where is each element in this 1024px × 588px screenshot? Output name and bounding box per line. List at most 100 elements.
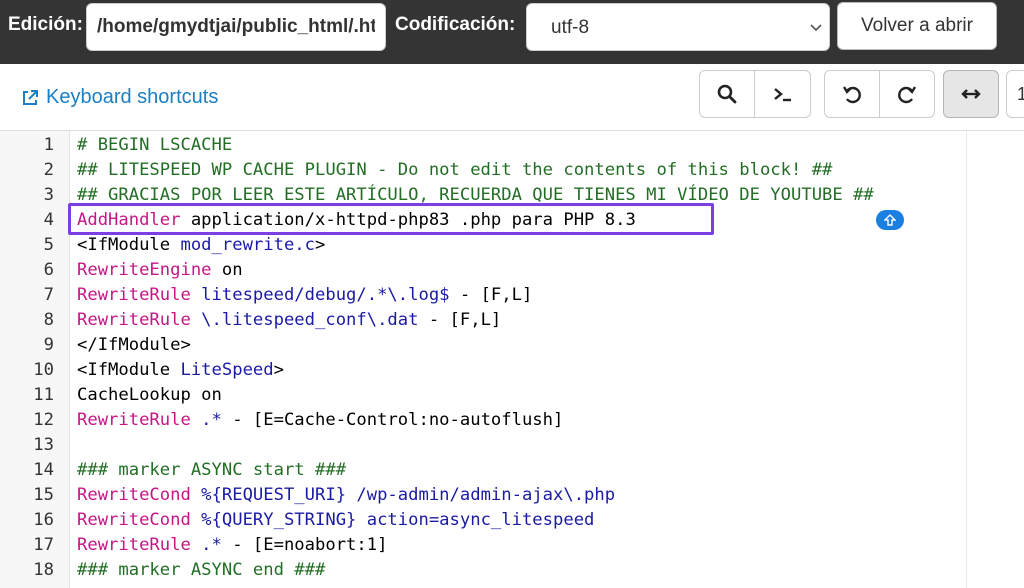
external-link-icon	[23, 89, 38, 105]
code-line[interactable]: 10 <IfModule LiteSpeed>	[0, 358, 966, 383]
code-line[interactable]: 12 RewriteRule .* - [E=Cache-Control:no-a…	[0, 408, 966, 433]
code-token: LiteSpeed	[180, 360, 274, 380]
line-code: RewriteCond %{REQUEST_URI} /wp-admin/adm…	[77, 483, 615, 508]
line-number: 1	[43, 135, 54, 155]
redo-icon	[898, 86, 917, 104]
code-line[interactable]: 13	[0, 433, 966, 458]
code-token: on	[211, 260, 243, 280]
code-token: <IfModule	[77, 235, 181, 255]
code-editor[interactable]: 1 # BEGIN LSCACHE 2 ## LITESPEED WP CACHE P…	[0, 130, 1024, 588]
line-code: <IfModule mod_rewrite.c>	[77, 233, 325, 258]
redo-button[interactable]	[879, 70, 935, 118]
reopen-button[interactable]: Volver a abrir	[837, 2, 997, 50]
line-code: <IfModule LiteSpeed>	[77, 358, 284, 383]
line-code: ### marker ASYNC end ###	[77, 558, 325, 583]
code-token: RewriteRule	[77, 310, 191, 330]
goto-line-input[interactable]: 1	[1006, 70, 1024, 118]
print-margin	[966, 131, 967, 588]
undo-button[interactable]	[824, 70, 880, 118]
line-number: 8	[43, 310, 54, 330]
line-number: 9	[43, 335, 54, 355]
code-line[interactable]: 5 <IfModule mod_rewrite.c>	[0, 233, 966, 258]
code-token: .*	[190, 535, 222, 555]
code-line[interactable]: 16 RewriteCond %{QUERY_STRING} action=asy…	[0, 508, 966, 533]
undo-icon	[842, 86, 861, 104]
code-token: .*	[190, 410, 222, 430]
code-token: >	[315, 235, 326, 255]
line-number: 12	[33, 410, 54, 430]
code-token: RewriteRule	[77, 535, 191, 555]
code-token: \.litespeed_conf\.dat	[190, 310, 419, 330]
code-token: - [F,L]	[449, 285, 533, 305]
encoding-value: utf-8	[551, 17, 590, 38]
code-token: - [E=Cache-Control:no-autoflush]	[221, 410, 564, 430]
keyboard-shortcuts-link[interactable]: Keyboard shortcuts	[20, 86, 218, 109]
line-number: 18	[33, 560, 54, 580]
code-token: ### marker ASYNC end ###	[77, 560, 326, 580]
line-code: CacheLookup on	[77, 383, 222, 408]
code-token: RewriteCond	[77, 510, 191, 530]
encoding-select[interactable]: utf-8	[526, 3, 830, 51]
line-number: 3	[43, 185, 54, 205]
line-code: RewriteRule .* - [E=noabort:1]	[77, 533, 387, 558]
line-code: RewriteCond %{QUERY_STRING} action=async…	[77, 508, 594, 533]
arrow-up-icon	[884, 214, 896, 226]
encoding-label: Codificación:	[395, 14, 516, 35]
code-line[interactable]: 8 RewriteRule \.litespeed_conf\.dat - [F,…	[0, 308, 966, 333]
code-line[interactable]: 9 </IfModule>	[0, 333, 966, 358]
code-token: </IfModule>	[77, 335, 191, 355]
editor-toolbar: Keyboard shortcuts 1	[0, 64, 1024, 130]
code-token: %{REQUEST_URI} /wp-admin/admin-ajax\.php	[190, 485, 616, 505]
code-line[interactable]: 11 CacheLookup on	[0, 383, 966, 408]
line-number: 2	[43, 160, 54, 180]
terminal-button[interactable]	[754, 70, 811, 118]
code-token: RewriteEngine	[77, 260, 212, 280]
line-number: 15	[33, 485, 54, 505]
code-token: ## LITESPEED WP CACHE PLUGIN - Do not ed…	[77, 160, 833, 180]
line-code: RewriteRule \.litespeed_conf\.dat - [F,L…	[77, 308, 501, 333]
code-token: CacheLookup on	[77, 385, 222, 405]
search-button[interactable]	[699, 70, 755, 118]
line-number: 14	[33, 460, 54, 480]
file-path-field[interactable]	[86, 3, 386, 51]
code-token: <IfModule	[77, 360, 181, 380]
line-code: RewriteRule litespeed/debug/.*\.log$ - […	[77, 283, 532, 308]
line-code: RewriteEngine on	[77, 258, 243, 283]
goto-line-value: 1	[1017, 83, 1024, 104]
line-number: 7	[43, 285, 54, 305]
code-line[interactable]: 7 RewriteRule litespeed/debug/.*\.log$ - …	[0, 283, 966, 308]
wrap-toggle-button[interactable]	[943, 70, 999, 118]
terminal-icon	[773, 88, 791, 102]
code-token: ### marker ASYNC start ###	[77, 460, 347, 480]
code-token: # BEGIN LSCACHE	[77, 135, 233, 155]
code-token: litespeed/debug/.*\.log$	[190, 285, 450, 305]
line-number: 16	[33, 510, 54, 530]
keyboard-shortcuts-label: Keyboard shortcuts	[46, 86, 219, 108]
code-token: - [F,L]	[418, 310, 502, 330]
code-line[interactable]: 1 # BEGIN LSCACHE	[0, 133, 966, 158]
line-code: # BEGIN LSCACHE	[77, 133, 232, 158]
code-line[interactable]: 2 ## LITESPEED WP CACHE PLUGIN - Do not e…	[0, 158, 966, 183]
search-icon	[717, 84, 737, 104]
line-number: 13	[33, 435, 54, 455]
code-line[interactable]: 18 ### marker ASYNC end ###	[0, 558, 966, 583]
line-number: 11	[33, 385, 54, 405]
line-code: </IfModule>	[77, 333, 191, 358]
code-token: ## GRACIAS POR LEER ESTE ARTÍCULO, RECUE…	[77, 185, 874, 205]
code-line[interactable]: 17 RewriteRule .* - [E=noabort:1]	[0, 533, 966, 558]
line-code: ### marker ASYNC start ###	[77, 458, 346, 483]
code-token: %{QUERY_STRING} action=async_litespeed	[190, 510, 595, 530]
line-number: 5	[43, 235, 54, 255]
line-code: RewriteRule .* - [E=Cache-Control:no-aut…	[77, 408, 563, 433]
code-token: RewriteRule	[77, 285, 191, 305]
chevron-down-icon	[810, 24, 822, 32]
line-code: ## LITESPEED WP CACHE PLUGIN - Do not ed…	[77, 158, 832, 183]
code-token: mod_rewrite.c	[180, 235, 316, 255]
code-line[interactable]: 15 RewriteCond %{REQUEST_URI} /wp-admin/a…	[0, 483, 966, 508]
line-number: 6	[43, 260, 54, 280]
code-line[interactable]: 14 ### marker ASYNC start ###	[0, 458, 966, 483]
code-line[interactable]: 6 RewriteEngine on	[0, 258, 966, 283]
fold-marker-badge[interactable]	[876, 210, 904, 230]
line-4-highlight-box	[68, 203, 714, 235]
code-token: >	[273, 360, 284, 380]
